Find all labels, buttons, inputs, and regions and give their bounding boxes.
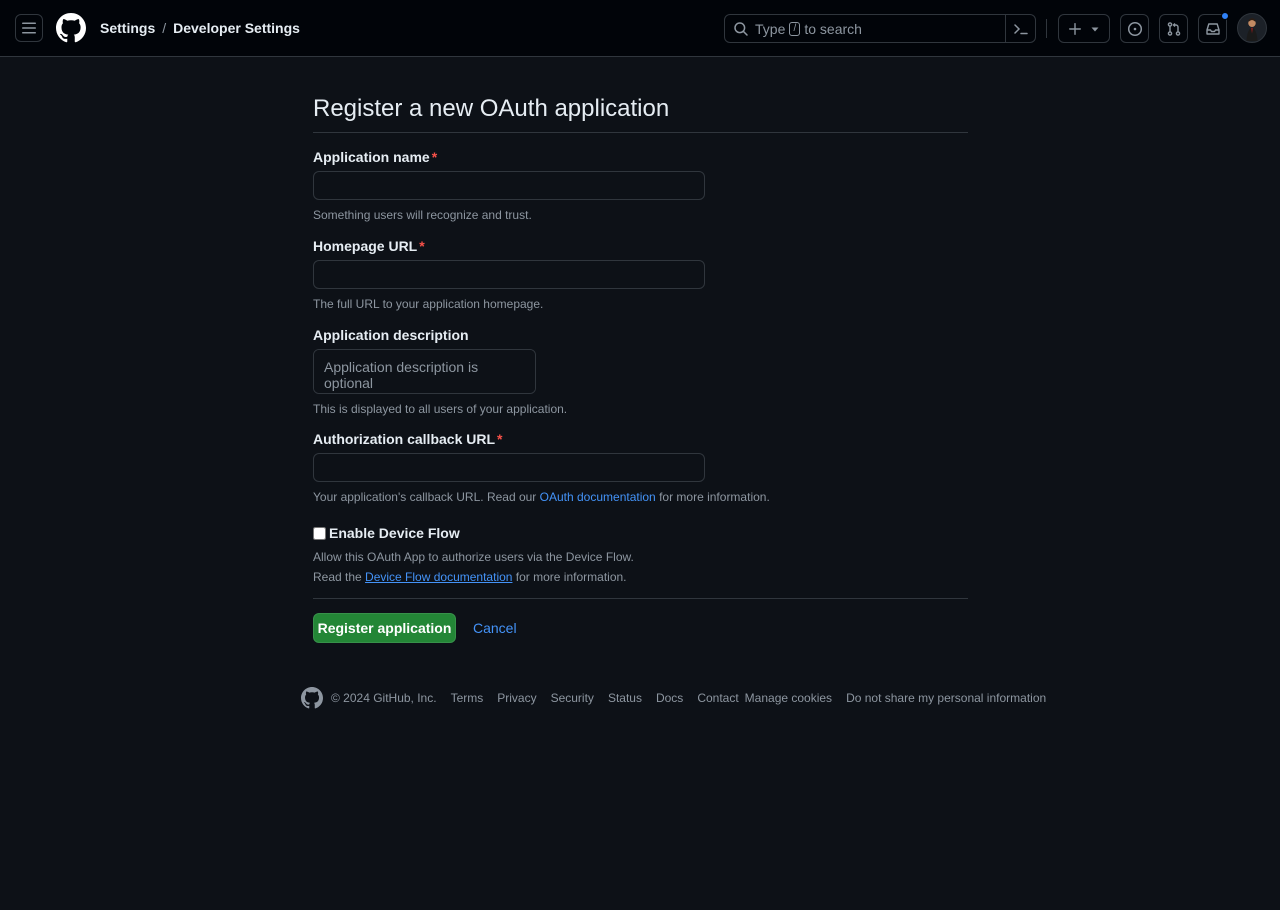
required-asterisk: *: [419, 237, 425, 254]
form-actions: Register application Cancel: [313, 613, 968, 644]
required-asterisk: *: [497, 431, 503, 448]
footer-link-contact[interactable]: Contact: [697, 691, 738, 705]
caret-down-icon: [1091, 27, 1099, 31]
pull-requests-button[interactable]: [1159, 14, 1188, 43]
inbox-icon: [1205, 22, 1220, 35]
search-placeholder-suffix: to search: [804, 20, 862, 37]
callback-url-label: Authorization callback URL *: [313, 431, 968, 447]
github-logo-link[interactable]: [56, 13, 86, 43]
description-label: Application description: [313, 326, 469, 343]
device-flow-label[interactable]: Enable Device Flow: [329, 525, 460, 541]
homepage-url-field-group: Homepage URL * The full URL to your appli…: [313, 238, 968, 313]
command-palette-button[interactable]: [1005, 15, 1035, 42]
app-name-hint: Something users will recognize and trust…: [313, 208, 532, 222]
github-logo-icon: [301, 687, 323, 709]
homepage-url-label-text: Homepage URL: [313, 237, 418, 254]
hamburger-menu-button[interactable]: [15, 14, 43, 42]
notification-indicator-dot: [1221, 12, 1229, 20]
homepage-url-input[interactable]: [313, 259, 705, 289]
git-pull-request-icon: [1167, 21, 1180, 36]
app-name-field-group: Application name * Something users will r…: [313, 149, 968, 224]
callback-url-field-group: Authorization callback URL * Your applica…: [313, 431, 968, 506]
issues-button[interactable]: [1120, 14, 1149, 43]
main-content: Register a new OAuth application Applica…: [313, 57, 968, 644]
footer-copyright: © 2024 GitHub, Inc.: [331, 691, 437, 705]
breadcrumb-developer-settings-link[interactable]: Developer Settings: [173, 20, 300, 36]
notifications-button[interactable]: [1198, 12, 1229, 43]
app-name-input[interactable]: [313, 171, 705, 200]
app-name-label-text: Application name: [313, 149, 430, 165]
footer-link-docs[interactable]: Docs: [656, 691, 683, 705]
app-name-label: Application name *: [313, 149, 968, 165]
footer-link-do-not-share[interactable]: Do not share my personal information: [846, 691, 1046, 705]
footer-link-security[interactable]: Security: [551, 691, 594, 705]
breadcrumb-settings-link[interactable]: Settings: [100, 20, 155, 36]
terminal-icon: [1013, 23, 1028, 34]
footer-link-privacy[interactable]: Privacy: [497, 691, 536, 705]
description-hint: This is displayed to all users of your a…: [313, 401, 568, 416]
device-flow-row: Enable Device Flow: [313, 525, 968, 541]
github-logo-icon: [56, 13, 86, 43]
plus-icon: [1069, 22, 1081, 35]
site-footer: © 2024 GitHub, Inc. Terms Privacy Securi…: [301, 687, 1046, 709]
device-flow-hint-line2: Read the Device Flow documentation for m…: [313, 567, 968, 587]
breadcrumb-separator: /: [162, 20, 167, 36]
homepage-url-label: Homepage URL *: [313, 238, 968, 254]
callback-url-label-text: Authorization callback URL: [313, 431, 496, 448]
device-flow-documentation-link[interactable]: Device Flow documentation: [365, 570, 512, 584]
description-textarea[interactable]: [313, 348, 536, 394]
issue-opened-icon: [1127, 21, 1142, 36]
global-header: Settings / Developer Settings Type / to …: [0, 0, 1280, 57]
device-flow-hint-prefix: Read the: [313, 570, 362, 585]
callback-hint-text: Your application's callback URL. Read ou…: [313, 490, 537, 505]
register-application-button[interactable]: Register application: [313, 613, 456, 644]
callback-hint-suffix: for more information.: [659, 490, 770, 505]
search-placeholder-prefix: Type: [755, 20, 786, 37]
homepage-url-hint: The full URL to your application homepag…: [313, 296, 544, 311]
hamburger-icon: [22, 22, 36, 34]
search-shortcut-key: /: [789, 21, 801, 36]
device-flow-hint: Allow this OAuth App to authorize users …: [313, 547, 968, 587]
create-new-button[interactable]: [1058, 14, 1110, 43]
user-avatar-button[interactable]: [1237, 13, 1267, 43]
device-flow-hint-suffix: for more information.: [515, 570, 627, 585]
register-oauth-app-form: Application name * Something users will r…: [313, 149, 968, 644]
header-divider: [1046, 19, 1047, 38]
breadcrumb: Settings / Developer Settings: [100, 20, 300, 36]
avatar-image: [1246, 18, 1258, 41]
search-input[interactable]: Type / to search: [724, 14, 1036, 43]
device-flow-hint-line1: Allow this OAuth App to authorize users …: [313, 550, 634, 565]
footer-github-logo-link[interactable]: [301, 687, 323, 709]
page-title: Register a new OAuth application: [313, 95, 968, 133]
description-field-group: Application description This is displaye…: [313, 327, 968, 418]
form-divider: [313, 598, 968, 600]
footer-link-terms[interactable]: Terms: [451, 691, 484, 705]
required-asterisk: *: [431, 149, 438, 165]
callback-url-hint: Your application's callback URL. Read ou…: [313, 489, 968, 506]
oauth-documentation-link[interactable]: OAuth documentation: [540, 490, 656, 504]
search-icon: [734, 21, 748, 36]
cancel-link[interactable]: Cancel: [473, 620, 517, 636]
footer-link-status[interactable]: Status: [608, 691, 642, 705]
footer-link-manage-cookies[interactable]: Manage cookies: [745, 691, 832, 705]
device-flow-checkbox[interactable]: [313, 526, 326, 540]
callback-url-input[interactable]: [313, 453, 705, 483]
